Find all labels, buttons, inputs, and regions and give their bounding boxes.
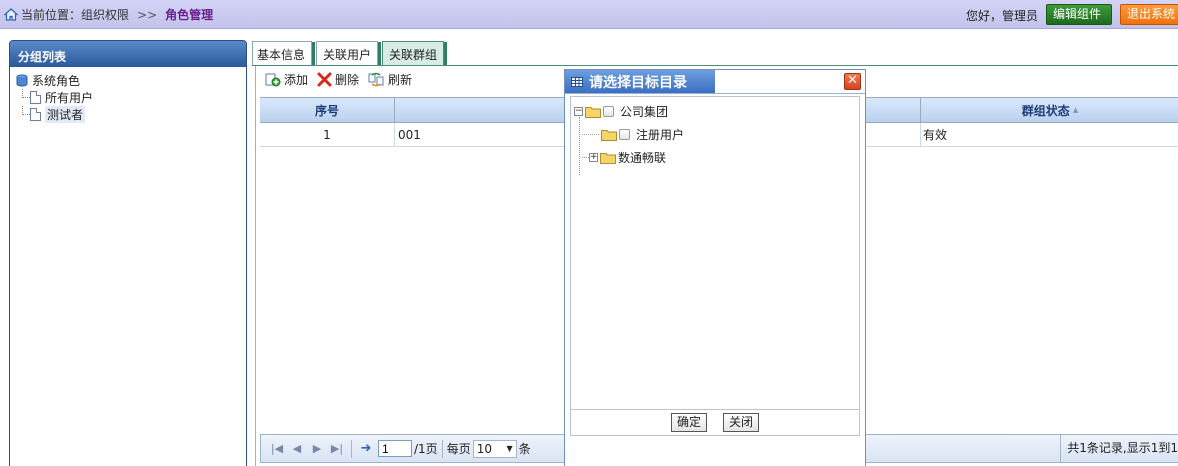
top-bar: 当前位置： 组织权限 >> 角色管理 您好，管理员 编辑组件 退出系统	[0, 0, 1178, 29]
confirm-button[interactable]: 确定	[670, 413, 707, 432]
breadcrumb-prefix: 当前位置：	[21, 8, 82, 22]
column-header-status-label: 群组状态	[1021, 103, 1070, 118]
checkbox[interactable]	[603, 106, 614, 117]
tree-root-system-roles[interactable]: 系统角色	[16, 72, 246, 89]
refresh-button[interactable]: 刷新	[368, 71, 412, 88]
tree-root-label: 系统角色	[32, 74, 81, 88]
group-list-title: 分组列表	[10, 41, 246, 67]
breadcrumb-separator: >>	[137, 7, 158, 22]
collapse-icon[interactable]: −	[574, 107, 583, 116]
folder-icon	[601, 129, 617, 141]
checkbox[interactable]	[619, 129, 630, 140]
refresh-icon	[368, 72, 384, 87]
record-summary: 共1条记录,显示1到1	[1060, 435, 1178, 462]
grid-icon	[571, 76, 583, 87]
folder-icon	[600, 152, 616, 164]
cell-status: 有效	[923, 128, 948, 142]
delete-button[interactable]: 删除	[317, 71, 359, 88]
dialog-title-bar[interactable]: 请选择目标目录	[565, 70, 715, 93]
add-icon	[265, 73, 281, 87]
go-page-icon[interactable]: ➜	[356, 441, 376, 456]
tree-node-company-group[interactable]: − 公司集团	[574, 100, 859, 123]
directory-tree-container: − 公司集团 注册用户 + 数通畅联	[570, 96, 860, 410]
add-button[interactable]: 添加	[265, 71, 308, 88]
select-directory-dialog: 请选择目标目录 ✕ − 公司集团 注册用户 + 数通畅联 确定 关闭	[564, 69, 866, 466]
prev-page-icon[interactable]: ◀	[287, 442, 307, 455]
tab-bar: 基本信息 关联用户 关联群组	[252, 41, 448, 66]
page-number-input[interactable]	[378, 440, 412, 457]
sidebar-item-testers[interactable]: 测试者	[16, 106, 246, 123]
database-icon	[16, 74, 28, 87]
tree-node-registered-users[interactable]: 注册用户	[574, 123, 859, 146]
dialog-header: 请选择目标目录 ✕	[565, 70, 865, 94]
user-greeting: 您好，管理员	[966, 9, 1039, 23]
refresh-label: 刷新	[388, 73, 413, 87]
breadcrumb-parent[interactable]: 组织权限	[81, 6, 129, 23]
add-label: 添加	[284, 73, 309, 87]
tree-node-label: 注册用户	[636, 128, 685, 142]
role-tree: 系统角色 所有用户 测试者	[10, 67, 246, 123]
chevron-down-icon: ▼	[506, 444, 513, 453]
total-pages-label: /1页	[414, 442, 438, 456]
cell-index: 1	[260, 123, 395, 146]
per-page-select[interactable]: 10 ▼	[472, 439, 517, 458]
tab-basic-info[interactable]: 基本信息	[252, 41, 316, 66]
close-button[interactable]: 关闭	[723, 413, 760, 432]
breadcrumb-current: 角色管理	[165, 8, 214, 22]
pager-divider	[351, 439, 352, 458]
tree-connector	[16, 89, 30, 106]
document-icon	[30, 91, 41, 104]
first-page-icon[interactable]: |◀	[267, 442, 287, 455]
tree-node-label: 数通畅联	[618, 151, 667, 165]
pager-divider	[441, 439, 443, 458]
dialog-footer: 确定 关闭	[570, 410, 860, 436]
tab-related-groups[interactable]: 关联群组	[382, 41, 448, 66]
column-header-index[interactable]: 序号	[260, 98, 395, 122]
expand-icon[interactable]: +	[589, 153, 598, 162]
sort-indicator-icon: ▲	[1072, 106, 1079, 114]
column-header-status[interactable]: 群组状态 ▲	[921, 98, 1178, 122]
home-icon	[4, 8, 18, 21]
dialog-title: 请选择目标目录	[589, 74, 687, 91]
tree-connector	[16, 106, 30, 123]
per-page-label: 每页	[446, 442, 471, 456]
close-icon[interactable]: ✕	[844, 73, 861, 90]
edit-components-button[interactable]: 编辑组件	[1046, 4, 1112, 25]
group-list-panel: 分组列表 系统角色 所有用户 测试者	[9, 40, 247, 466]
sidebar-item-label: 所有用户	[45, 91, 94, 105]
next-page-icon[interactable]: ▶	[307, 442, 327, 455]
exit-system-button[interactable]: 退出系统	[1120, 4, 1178, 25]
per-page-value: 10	[476, 441, 492, 456]
per-page-unit: 条	[518, 442, 531, 456]
tree-node-datatong[interactable]: + 数通畅联	[574, 146, 859, 169]
directory-tree: − 公司集团 注册用户 + 数通畅联	[571, 97, 859, 175]
delete-label: 删除	[335, 73, 360, 87]
document-icon	[30, 108, 41, 121]
sidebar-item-all-users[interactable]: 所有用户	[16, 89, 246, 106]
folder-icon	[585, 106, 601, 118]
last-page-icon[interactable]: ▶|	[327, 442, 347, 455]
breadcrumb: 当前位置： 组织权限 >> 角色管理	[4, 6, 213, 23]
sidebar-item-label: 测试者	[45, 106, 86, 123]
tab-related-users[interactable]: 关联用户	[316, 41, 382, 66]
tree-node-label: 公司集团	[620, 105, 669, 119]
delete-icon	[317, 72, 332, 87]
